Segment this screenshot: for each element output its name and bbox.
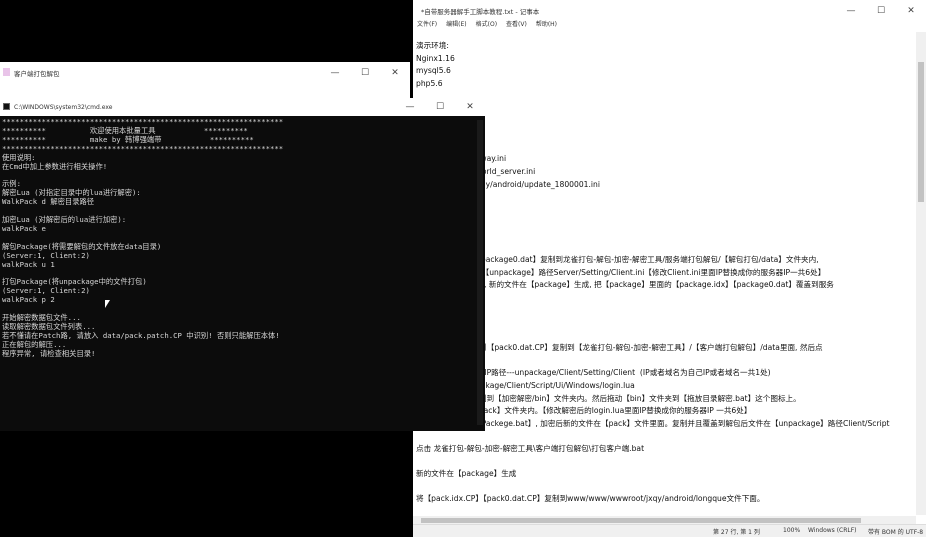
vertical-scrollbar[interactable] (916, 32, 926, 515)
cmd-line: walkPack e (2, 223, 46, 233)
menu-edit[interactable]: 编辑(E) (446, 18, 466, 32)
notepad-line (416, 481, 916, 494)
notepad-line: 修改解包后的新文件IP路径---unpackage/Client/Setting… (416, 368, 771, 378)
cmd-window[interactable]: C:\WINDOWS\system32\cmd.exe — ☐ ✕ ******… (0, 98, 485, 431)
notepad-line: 【打包服务端.bat】, 新的文件在【package】生成, 把【package… (416, 280, 834, 290)
notepad-line: 点击 龙雀打包-解包-加密-解密工具\客户端打包解包\打包客户端.bat (416, 444, 645, 453)
notepad-line: ---在找到路径unpackage/Client/Script/Ui/Windo… (416, 381, 635, 391)
maximize-icon[interactable]: ☐ (350, 62, 380, 84)
notepad-line: 演示环境: (416, 41, 449, 50)
notepad-line: unpackage文件内。 (416, 355, 916, 368)
status-line-ending: Windows (CRLF) (808, 527, 857, 534)
notepad-line: 将【pack.idx.CP】【pack0.dat.CP】复制到www/www/w… (416, 494, 765, 504)
cmd-line: 若不懂请在Patch路, 请放入 data/pack.patch.CP 中识别!… (2, 330, 280, 340)
unpacker-title: 客户端打包解包 (14, 70, 60, 78)
notepad-text-area[interactable]: 演示环境: Nginx1.16 mysql5.6 php5.6 P为39.99.229… (416, 40, 916, 520)
cmd-window-controls: — ☐ ✕ (395, 98, 485, 116)
notepad-line: 教: (416, 317, 916, 330)
menu-help[interactable]: 帮助(H) (536, 18, 557, 32)
notepad-line: 修改完成后, 点击【Packege.bat】, 加密后新的文件在【pack】文件… (416, 418, 890, 428)
notepad-status-bar: 第 27 行, 第 1 列 100% Windows (CRLF) 带有 BOM… (413, 524, 926, 537)
notepad-line (416, 242, 916, 255)
notepad-line: 【package.idx】【package0.dat】复制到龙雀打包-解包-加密… (416, 255, 819, 265)
menu-file[interactable]: 文件(F) (417, 18, 437, 32)
notepad-line (416, 304, 916, 317)
notepad-line (416, 456, 916, 469)
cmd-line: WalkPack d 解密目录路径 (2, 197, 95, 207)
cmd-line: 在Cmd中加上参数进行相关操作! (2, 161, 108, 171)
notepad-line (416, 141, 916, 154)
notepad-line: 51boshao.com/jxqy/android/update_1800001… (416, 179, 600, 189)
vertical-scroll-thumb[interactable] (918, 62, 924, 202)
menu-view[interactable]: 查看(V) (506, 18, 527, 32)
cmd-line: ****************************************… (2, 143, 284, 153)
cmd-scrollbar[interactable] (477, 120, 483, 425)
notepad-line: P为39.99.229.68) (416, 128, 916, 141)
cmd-output[interactable]: ****************************************… (2, 118, 472, 418)
notepad-line: mysql5.6 (416, 66, 451, 76)
unpacker-window-controls: — ☐ ✕ (320, 62, 410, 84)
notepad-line: ng/worldserver/world_server.ini (416, 166, 916, 179)
notepad-line (416, 191, 916, 204)
cmd-line: 程序异常, 请检查相关目录! (2, 348, 96, 358)
folder-icon (3, 68, 10, 76)
cmd-line: 加密Lua (对解密后的lua进行加密): (2, 214, 127, 224)
status-encoding: 带有 BOM 的 UTF-8 (868, 529, 924, 536)
notepad-line: 新的文件在【package】生成 (416, 469, 517, 479)
cmd-line: walkPack u 1 (2, 259, 55, 269)
cmd-line: (Server:1, Client:2) (2, 286, 90, 296)
notepad-line (416, 116, 916, 129)
notepad-line: 面的【pack.idx.CP】【pack0.dat.CP】复制到【龙雀打包-解包… (416, 343, 823, 353)
notepad-menu-bar: 文件(F) 编辑(E) 格式(O) 查看(V) 帮助(H) (413, 18, 926, 32)
horizontal-scroll-thumb[interactable] (421, 518, 861, 523)
notepad-line (416, 430, 916, 443)
status-zoom: 100% (783, 527, 801, 534)
cmd-line: walkPack p 2 (2, 295, 55, 305)
notepad-title: *自带服务器解手工脚本教程.txt - 记事本 (421, 8, 540, 16)
notepad-line: 解密后文件在【unpack】文件夹内。【修改解密后的login.lua里面IP替… (416, 406, 752, 416)
cmd-line (2, 171, 472, 180)
notepad-line: Nginx1.16 (416, 53, 455, 63)
notepad-line (416, 292, 916, 305)
notepad-line (416, 103, 916, 116)
terminal-icon (3, 103, 10, 110)
notepad-line: ng/gateway/gateway.ini (416, 153, 916, 166)
notepad-line: dat】解包后文件在【unpackage】路径Server/Setting/Cl… (416, 267, 826, 277)
notepad-line (416, 229, 916, 242)
notepad-line (416, 204, 916, 217)
status-position: 第 27 行, 第 1 列 (713, 529, 760, 536)
notepad-window[interactable]: *自带服务器解手工脚本教程.txt - 记事本 — ☐ ✕ 文件(F) 编辑(E… (413, 0, 926, 537)
menu-format[interactable]: 格式(O) (476, 18, 497, 32)
close-icon[interactable]: ✕ (455, 98, 485, 116)
notepad-line (416, 90, 916, 103)
close-icon[interactable]: ✕ (380, 62, 410, 84)
cmd-line: (Server:1, Client:2) (2, 250, 90, 260)
maximize-icon[interactable]: ☐ (425, 98, 455, 116)
minimize-icon[interactable]: — (320, 62, 350, 84)
cmd-title: C:\WINDOWS\system32\cmd.exe (14, 103, 113, 111)
notepad-line (416, 330, 916, 343)
notepad-line: 把【login.lua】复制到【加密解密/bin】文件夹内。然后拖动【bin】文… (416, 393, 801, 403)
mouse-cursor-icon (105, 300, 110, 308)
minimize-icon[interactable]: — (395, 98, 425, 116)
notepad-line: php5.6 (416, 78, 443, 88)
notepad-line (416, 216, 916, 229)
